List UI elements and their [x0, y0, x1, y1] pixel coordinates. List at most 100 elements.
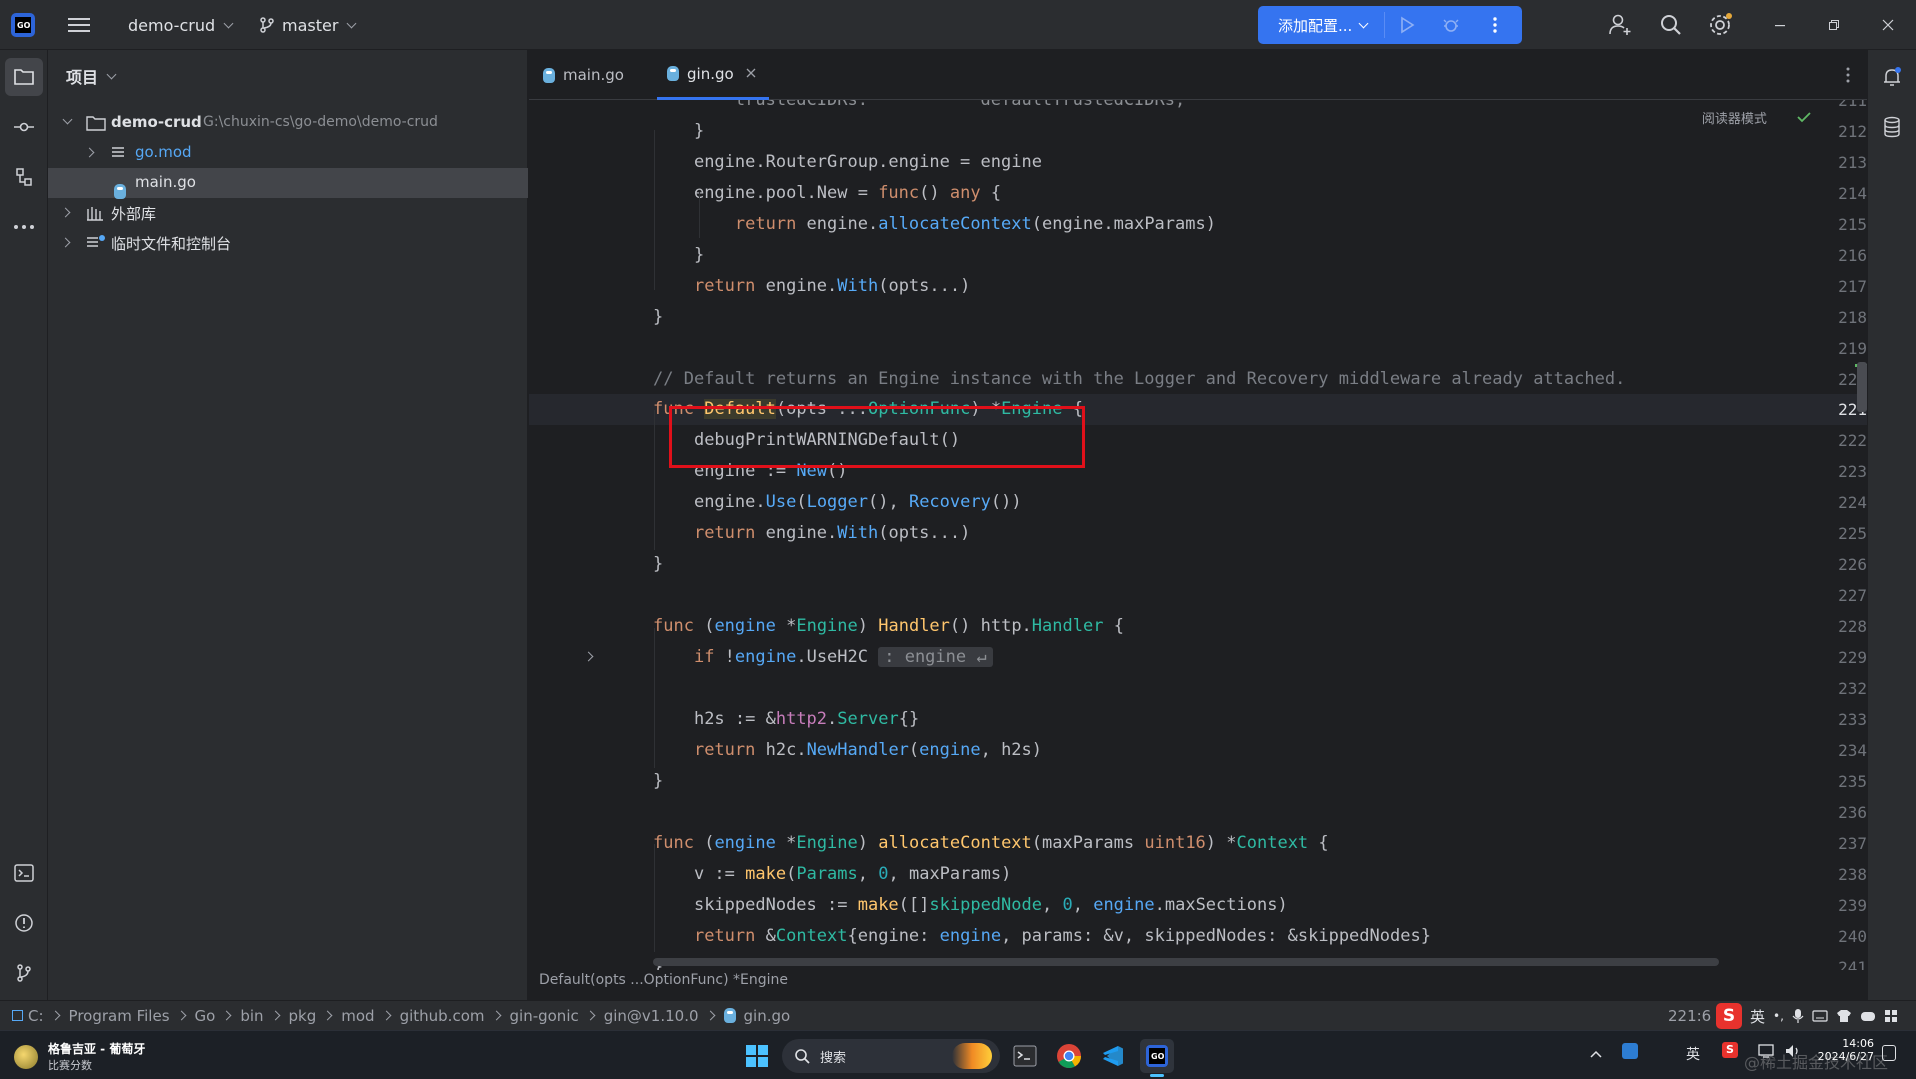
tab-gin-go[interactable]: gin.go	[657, 50, 769, 100]
restore-button[interactable]	[1812, 0, 1856, 50]
tabs-more-button[interactable]	[1845, 66, 1851, 88]
goland-logo-icon: GO	[11, 13, 35, 37]
tree-item-scratches[interactable]: 临时文件和控制台	[48, 228, 528, 258]
line-number: 219	[1838, 339, 1867, 358]
database-tool-button[interactable]	[1882, 116, 1902, 142]
crumb[interactable]: gin-gonic	[510, 1007, 604, 1025]
crumb[interactable]: gin.go	[723, 1007, 790, 1025]
search-icon	[795, 1049, 810, 1064]
app-logo[interactable]: GO	[10, 0, 36, 50]
project-tool-button[interactable]	[5, 58, 43, 96]
microphone-icon[interactable]	[1792, 1008, 1804, 1024]
chevron-right-icon	[84, 147, 95, 158]
code-line: return engine.With(opts...)	[693, 523, 971, 543]
goland-app[interactable]: GO	[1140, 1039, 1174, 1077]
search-placeholder: 搜索	[820, 1050, 847, 1066]
gamepad-icon[interactable]	[1860, 1009, 1876, 1023]
project-switcher[interactable]: demo-crud	[128, 0, 234, 50]
search-highlight-icon	[952, 1043, 992, 1069]
code-line: // Default returns an Engine instance wi…	[653, 369, 1626, 389]
ime-language[interactable]: 英	[1750, 1006, 1765, 1027]
news-subtitle: 比赛分数	[48, 1059, 92, 1072]
play-icon	[1401, 16, 1415, 34]
run-button[interactable]	[1398, 16, 1416, 38]
code-line: return &Context{engine: engine, params: …	[693, 926, 1431, 946]
code-breadcrumb-hint[interactable]: Default(opts ...OptionFunc) *Engine	[539, 972, 788, 988]
more-actions-button[interactable]	[1486, 16, 1504, 38]
fold-expand-icon[interactable]	[583, 651, 594, 662]
branch-switcher[interactable]: master	[258, 0, 357, 50]
crumb[interactable]: Program Files	[69, 1007, 195, 1025]
commit-icon	[14, 122, 34, 132]
git-tool-button[interactable]	[5, 954, 43, 992]
settings-button[interactable]	[1708, 0, 1734, 50]
crumb[interactable]: pkg	[289, 1007, 342, 1025]
sogou-ime-icon[interactable]: S	[1716, 1003, 1742, 1029]
grid-icon[interactable]	[1884, 1009, 1898, 1023]
tray-ime-language[interactable]: 英	[1686, 1044, 1700, 1064]
database-icon	[1884, 116, 1900, 138]
code-line: return engine.With(opts...)	[693, 276, 971, 296]
tab-main-go[interactable]: main.go	[543, 50, 643, 100]
tab-label: gin.go	[687, 64, 734, 83]
minimize-button[interactable]	[1758, 0, 1802, 50]
vertical-scrollbar[interactable]	[1857, 362, 1867, 412]
code-with-me-button[interactable]	[1608, 0, 1632, 50]
skin-icon[interactable]	[1836, 1009, 1852, 1023]
debug-button[interactable]	[1442, 16, 1460, 38]
close-tab-button[interactable]	[746, 66, 756, 82]
keyboard-icon[interactable]	[1812, 1010, 1828, 1022]
code-line: if !engine.UseH2C : engine ↵	[653, 642, 1853, 673]
horizontal-scrollbar[interactable]	[653, 958, 1719, 966]
caret-position[interactable]: 221:6	[1668, 1007, 1711, 1025]
problems-tool-button[interactable]	[5, 904, 43, 942]
chevron-right-icon	[60, 237, 71, 248]
crumb[interactable]: Go	[195, 1007, 241, 1025]
ime-punct-icon[interactable]: •,	[1773, 1009, 1784, 1023]
add-configuration-button[interactable]: 添加配置...	[1278, 15, 1352, 36]
notification-center-icon[interactable]	[1882, 1045, 1896, 1061]
commit-tool-button[interactable]	[5, 108, 43, 146]
code-editor[interactable]: 211 212 213 214 215 216 217 218 219 220 …	[529, 100, 1867, 970]
more-tools-button[interactable]	[5, 208, 43, 246]
code-line: return engine.allocateContext(engine.max…	[734, 214, 1216, 234]
news-widget[interactable]: 格鲁吉亚 - 葡萄牙 比赛分数	[14, 1040, 145, 1073]
folded-code-placeholder[interactable]: : engine ↵	[878, 647, 993, 667]
scratches-icon	[87, 235, 105, 247]
crumb[interactable]: gin@v1.10.0	[604, 1007, 724, 1025]
tree-item-demo-crud[interactable]: demo-crud G:\chuxin-cs\go-demo\demo-crud	[48, 108, 528, 138]
terminal-app[interactable]	[1008, 1039, 1042, 1073]
crumb[interactable]: bin	[240, 1007, 288, 1025]
crumb[interactable]: github.com	[400, 1007, 510, 1025]
project-view-selector[interactable]: 项目	[66, 64, 117, 88]
taskbar-search[interactable]: 搜索	[782, 1039, 1000, 1073]
crumb[interactable]: C:	[28, 1007, 69, 1025]
vscode-app[interactable]	[1096, 1039, 1130, 1073]
structure-tool-button[interactable]	[5, 158, 43, 196]
start-button[interactable]	[740, 1039, 774, 1073]
chrome-app[interactable]	[1052, 1039, 1086, 1073]
tree-item-main-go[interactable]: main.go	[48, 168, 528, 199]
close-icon	[746, 68, 756, 77]
close-window-button[interactable]	[1866, 0, 1910, 50]
main-menu-button[interactable]	[68, 0, 90, 50]
tree-item-external-libraries[interactable]: 外部库	[48, 198, 528, 228]
active-app-indicator	[1150, 1074, 1164, 1077]
search-everywhere-button[interactable]	[1659, 0, 1683, 50]
crumb[interactable]: mod	[341, 1007, 399, 1025]
tray-app-icon[interactable]	[1622, 1043, 1638, 1059]
terminal-tool-button[interactable]	[5, 854, 43, 892]
go-file-icon	[543, 67, 555, 83]
terminal-icon	[1013, 1045, 1037, 1067]
ime-toolbar: S 英 •,	[1716, 1003, 1898, 1029]
sogou-tray-icon[interactable]: S	[1722, 1042, 1738, 1058]
more-horizontal-icon	[14, 225, 34, 229]
notifications-button[interactable]	[1881, 66, 1903, 92]
tree-item-go-mod[interactable]: go.mod	[48, 138, 528, 168]
file-text-icon	[112, 147, 124, 157]
tray-overflow-button[interactable]	[1590, 1045, 1602, 1063]
add-user-icon	[1609, 14, 1631, 35]
tree-item-path: G:\chuxin-cs\go-demo\demo-crud	[203, 114, 438, 130]
run-config-widget: 添加配置...	[1258, 6, 1522, 44]
minimize-icon	[1775, 25, 1785, 27]
